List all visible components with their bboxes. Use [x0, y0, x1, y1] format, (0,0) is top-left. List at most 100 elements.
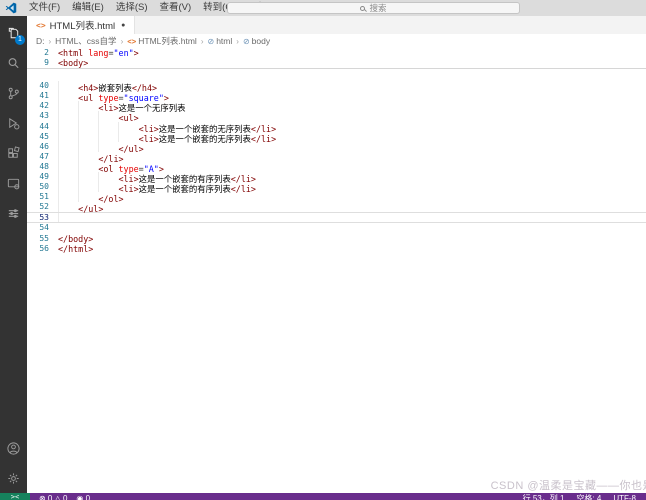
code-line[interactable]: 40<h4>嵌套列表</h4>	[27, 81, 646, 91]
settings-gear-icon[interactable]	[0, 463, 27, 493]
line-content[interactable]: </ul>	[58, 202, 103, 212]
code-line[interactable]: 50<li>这是一个嵌套的有序列表</li>	[27, 182, 646, 192]
code-line[interactable]: 53	[27, 212, 646, 223]
line-number[interactable]: 50	[27, 182, 58, 192]
line-number[interactable]: 53	[27, 213, 58, 222]
code-line[interactable]: 42<li>这是一个无序列表	[27, 101, 646, 111]
breadcrumb-item[interactable]: ⊘html	[208, 36, 233, 46]
code-line[interactable]: 41<ul type="square">	[27, 91, 646, 101]
line-number[interactable]: 46	[27, 142, 58, 152]
code-line[interactable]: 56</html>	[27, 244, 646, 254]
line-content[interactable]: </li>	[58, 152, 124, 162]
search-icon	[360, 6, 365, 11]
line-number[interactable]: 49	[27, 172, 58, 182]
breadcrumb-item[interactable]: <>HTML列表.html	[127, 35, 197, 47]
code-line[interactable]: 54	[27, 223, 646, 233]
token-tag: </html>	[58, 244, 93, 254]
extensions-icon[interactable]	[0, 138, 27, 168]
line-number[interactable]: 47	[27, 152, 58, 162]
encoding[interactable]: UTF-8	[613, 493, 636, 500]
tab-bar: <> HTML列表.html ●	[27, 16, 646, 34]
code-line[interactable]: 47</li>	[27, 152, 646, 162]
modified-dot-icon[interactable]: ●	[121, 22, 125, 29]
command-search-box[interactable]: 搜索	[227, 2, 520, 14]
code-line[interactable]: 43<ul>	[27, 111, 646, 121]
line-content[interactable]: <li>这是一个嵌套的有序列表</li>	[58, 172, 256, 182]
cursor-position[interactable]: 行 53，列 1	[523, 493, 565, 500]
menu-file[interactable]: 文件(F)	[23, 0, 66, 16]
source-control-icon[interactable]	[0, 78, 27, 108]
indent-guide	[98, 142, 118, 152]
indent-guide	[58, 192, 78, 202]
line-number[interactable]: 44	[27, 122, 58, 132]
explorer-icon[interactable]: 1	[0, 18, 27, 48]
line-content[interactable]: <li>这是一个嵌套的有序列表</li>	[58, 182, 256, 192]
code-line[interactable]: 55</body>	[27, 234, 646, 244]
status-bar: >< ⊗ 0 △ 0 ◉ 0 行 53，列 1 空格: 4 UTF-8	[0, 493, 646, 500]
editor-gap-row	[27, 69, 646, 81]
line-content[interactable]: <ul type="square">	[58, 91, 169, 101]
breadcrumb-label: D:	[36, 36, 45, 46]
line-number[interactable]: 48	[27, 162, 58, 172]
account-icon[interactable]	[0, 433, 27, 463]
line-content[interactable]: <body>	[58, 58, 88, 68]
status-right: 行 53，列 1 空格: 4 UTF-8	[523, 493, 636, 500]
line-content[interactable]: </body>	[58, 234, 93, 244]
breadcrumb: D:›HTML、css自学›<>HTML列表.html›⊘html›⊘body	[27, 34, 646, 48]
line-content[interactable]: <ul>	[58, 111, 139, 121]
remote-indicator[interactable]: ><	[0, 493, 30, 500]
line-number[interactable]: 51	[27, 192, 58, 202]
code-line[interactable]: 49<li>这是一个嵌套的有序列表</li>	[27, 172, 646, 182]
line-content[interactable]: <h4>嵌套列表</h4>	[58, 81, 157, 91]
line-number[interactable]: 55	[27, 234, 58, 244]
line-number[interactable]: 41	[27, 91, 58, 101]
menu-view[interactable]: 查看(V)	[153, 0, 197, 16]
line-number[interactable]: 45	[27, 132, 58, 142]
code-line[interactable]: 9<body>	[27, 58, 646, 68]
line-number[interactable]: 52	[27, 202, 58, 212]
line-content[interactable]: <li>这是一个嵌套的无序列表</li>	[58, 122, 276, 132]
menu-selection[interactable]: 选择(S)	[110, 0, 154, 16]
code-line[interactable]: 44<li>这是一个嵌套的无序列表</li>	[27, 122, 646, 132]
line-number[interactable]: 54	[27, 223, 58, 233]
indent-guide	[78, 152, 98, 162]
line-number[interactable]: 2	[27, 48, 58, 58]
broadcast-indicator[interactable]: ◉ 0	[76, 493, 90, 500]
token-attr: lang	[88, 48, 108, 58]
indent-guide	[78, 172, 98, 182]
code-line[interactable]: 2<html lang="en">	[27, 48, 646, 58]
code-editor[interactable]: 2<html lang="en">9<body> 40<h4>嵌套列表</h4>…	[27, 48, 646, 493]
line-content[interactable]: </html>	[58, 244, 93, 254]
line-content[interactable]: <li>这是一个无序列表	[58, 101, 185, 111]
line-content[interactable]: <html lang="en">	[58, 48, 139, 58]
problems-indicator[interactable]: ⊗ 0 △ 0	[39, 493, 67, 500]
line-number[interactable]: 43	[27, 111, 58, 121]
line-content[interactable]	[58, 213, 78, 222]
custom-view-icon[interactable]	[0, 198, 27, 228]
line-content[interactable]: </ul>	[58, 142, 144, 152]
code-line[interactable]: 46</ul>	[27, 142, 646, 152]
indent-guide	[58, 202, 78, 212]
line-content[interactable]: <li>这是一个嵌套的无序列表</li>	[58, 132, 276, 142]
code-line[interactable]: 45<li>这是一个嵌套的无序列表</li>	[27, 132, 646, 142]
line-number[interactable]: 42	[27, 101, 58, 111]
line-number[interactable]: 9	[27, 58, 58, 68]
breadcrumb-label: HTML、css自学	[55, 35, 116, 47]
indentation[interactable]: 空格: 4	[576, 493, 601, 500]
breadcrumb-item[interactable]: HTML、css自学	[55, 35, 116, 47]
breadcrumb-item[interactable]: D:	[36, 36, 45, 46]
indent-guide	[98, 122, 118, 132]
indent-guide	[58, 111, 78, 121]
tab-html-list-file[interactable]: <> HTML列表.html ●	[27, 16, 135, 34]
remote-explorer-icon[interactable]	[0, 168, 27, 198]
line-number[interactable]: 40	[27, 81, 58, 91]
menu-edit[interactable]: 编辑(E)	[66, 0, 110, 16]
run-debug-icon[interactable]	[0, 108, 27, 138]
search-view-icon[interactable]	[0, 48, 27, 78]
code-line[interactable]: 51</ol>	[27, 192, 646, 202]
breadcrumb-item[interactable]: ⊘body	[243, 36, 270, 46]
line-content[interactable]: </ol>	[58, 192, 124, 202]
line-number[interactable]: 56	[27, 244, 58, 254]
line-content[interactable]: <ol type="A">	[58, 162, 164, 172]
code-line[interactable]: 48<ol type="A">	[27, 162, 646, 172]
